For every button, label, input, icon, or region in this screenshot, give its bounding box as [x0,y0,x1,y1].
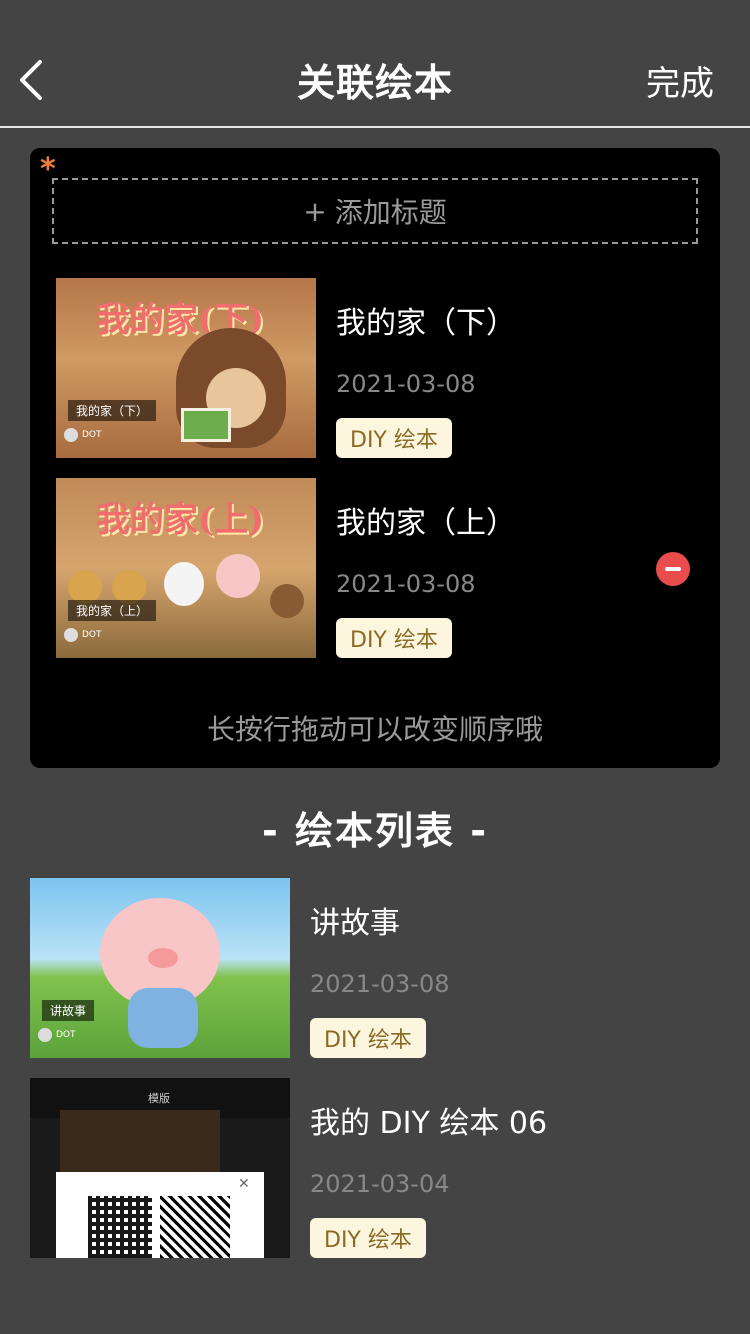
avatar [64,428,78,442]
picture-frame-illustration [181,408,231,442]
book-date: 2021-03-08 [336,570,476,598]
plus-icon: + [303,194,327,228]
qr-code [88,1196,152,1258]
remove-icon[interactable] [656,552,690,586]
book-title: 我的家（上） [336,506,516,541]
bunny-illustration [164,562,204,606]
book-thumbnail: 我的家(上) 我的家（上） DOT [56,478,316,658]
book-date: 2021-03-08 [310,970,450,998]
thumbnail-scene [60,1110,220,1172]
diy-badge: DIY 绘本 [310,1018,426,1058]
book-list-item[interactable]: 模版 ✕ 我的 DIY 绘本 06 2021-03-04 DIY 绘本 [30,1078,720,1258]
thumbnail-label: 讲故事 [42,1000,95,1021]
pig-snout [148,948,178,968]
thumbnail-topbar-text: 模版 [148,1092,170,1105]
book-thumbnail: 模版 ✕ [30,1078,290,1258]
selected-books-panel: * + 添加标题 我的家(下) 我的家（下） DOT 我的家（下） 2021-0… [30,148,720,768]
book-list-item[interactable]: 讲故事 DOT 讲故事 2021-03-08 DIY 绘本 [30,878,720,1058]
book-title: 我的家（下） [336,306,516,341]
thumbnail-footer-text: DOT [82,430,102,440]
thumbnail-footer-text: DOT [82,630,102,640]
nav-bar: 关联绘本 完成 [0,0,750,128]
book-date: 2021-03-04 [310,1170,450,1198]
reorder-hint: 长按行拖动可以改变顺序哦 [206,713,543,746]
hedgehog-illustration [270,584,304,618]
avatar [64,628,78,642]
page-title: 关联绘本 [296,61,453,105]
thumbnail-label: 我的家（上） [68,600,157,621]
thumbnail-footer: DOT [64,428,102,442]
avatar [38,1028,52,1042]
qr-code [160,1196,230,1258]
thumbnail-title-art: 我的家(上) [96,500,265,540]
hamster-illustration [68,570,102,604]
add-title-button[interactable]: + 添加标题 [52,178,698,244]
thumbnail-label: 我的家（下） [68,400,157,421]
thumbnail-footer-text: DOT [56,1030,76,1040]
thumbnail-footer: DOT [64,628,102,642]
thumbnail-footer: DOT [38,1028,76,1042]
book-title: 讲故事 [310,906,400,941]
book-thumbnail: 我的家(下) 我的家（下） DOT [56,278,316,458]
selected-book-row[interactable]: 我的家(下) 我的家（下） DOT 我的家（下） 2021-03-08 DIY … [56,278,716,458]
done-button[interactable]: 完成 [646,56,714,105]
pig-body [128,988,198,1048]
book-date: 2021-03-08 [336,370,476,398]
hamster-illustration [112,570,146,604]
section-title: - 绘本列表 - [261,809,488,853]
book-thumbnail: 讲故事 DOT [30,878,290,1058]
close-icon: ✕ [238,1176,250,1192]
pig-illustration [216,554,260,598]
selected-book-row[interactable]: 我的家(上) 我的家（上） DOT 我的家（上） 2021-03-08 DIY … [56,478,716,658]
book-title: 我的 DIY 绘本 06 [310,1106,548,1141]
diy-badge: DIY 绘本 [310,1218,426,1258]
diy-badge: DIY 绘本 [336,618,452,658]
diy-badge: DIY 绘本 [336,418,452,458]
add-title-label: 添加标题 [334,196,447,229]
